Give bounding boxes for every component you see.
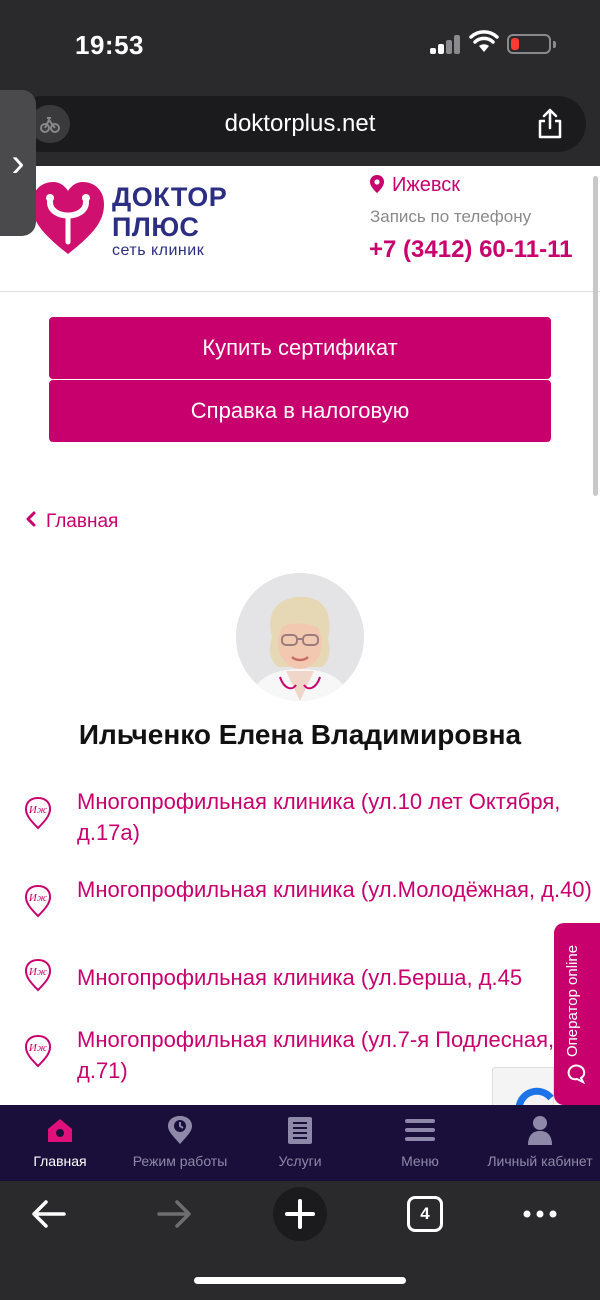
nav-home[interactable]: Главная [0,1105,120,1181]
brand-name-line1: ДОКТОР [112,182,228,212]
site-header: ДОКТОР ПЛЮС сеть клиник Ижевск Запись по… [0,166,600,292]
doctor-name: Ильченко Елена Владимировна [78,719,522,750]
nav-label: Услуги [278,1153,322,1169]
person-icon [528,1116,552,1145]
nav-services[interactable]: Услуги [240,1105,360,1181]
svg-text:Иж: Иж [28,892,48,904]
plus-icon [285,1199,315,1229]
home-icon [48,1119,72,1142]
cellular-signal-icon [430,34,462,54]
breadcrumb[interactable]: Главная [26,511,118,533]
breadcrumb-home-link[interactable]: Главная [46,511,118,532]
phone-link[interactable]: +7 (3412) 60-11-11 [369,236,573,264]
brand-tagline: сеть клиник [112,242,205,259]
chevron-left-icon [26,511,36,533]
nav-menu[interactable]: Меню [360,1105,480,1181]
status-bar: 19:53 [0,0,600,92]
url-text: doktorplus.net [224,110,376,137]
operator-online-button[interactable]: Оператор online [554,923,600,1105]
city-badge-pin-icon: Иж [24,1034,52,1068]
back-arrow-icon[interactable] [30,1197,68,1231]
new-tab-button[interactable] [273,1187,327,1241]
nav-label: Главная [33,1153,87,1169]
city-name: Ижевск [392,174,461,196]
list-icon [288,1117,312,1144]
nav-label: Меню [401,1153,439,1169]
home-indicator[interactable] [194,1277,406,1284]
chat-bubbles-icon [567,1064,586,1085]
nav-working-hours[interactable]: Режим работы [120,1105,240,1181]
doctor-plus-logo[interactable] [30,180,106,258]
share-icon[interactable] [536,108,564,140]
svg-text:Иж: Иж [28,1042,48,1054]
nav-label: Личный кабинет [487,1153,593,1169]
city-selector[interactable]: Ижевск [370,174,460,197]
forward-arrow-icon[interactable] [155,1197,193,1231]
operator-online-label: Оператор online [564,944,581,1057]
phone-label: Запись по телефону [370,207,532,226]
clinic-name[interactable]: Многопрофильная клиника (ул.Молодёжная, … [77,874,597,905]
clock-pin-icon [168,1116,192,1144]
buy-certificate-button[interactable]: Купить сертификат [49,317,551,379]
brand-name-line2: ПЛЮС [112,212,200,242]
status-time: 19:53 [75,30,144,60]
svg-text:Иж: Иж [28,966,48,978]
city-badge-pin-icon: Иж [24,796,52,830]
tabs-button[interactable]: 4 [407,1196,443,1232]
battery-icon [507,34,556,54]
more-options-icon[interactable] [522,1209,558,1219]
tax-certificate-button[interactable]: Справка в налоговую [49,380,551,442]
side-panel-toggle[interactable]: › [0,90,36,236]
doctor-avatar [236,573,364,701]
wifi-icon [469,30,499,52]
nav-account[interactable]: Личный кабинет [480,1105,600,1181]
city-badge-pin-icon: Иж [24,958,52,992]
recaptcha-badge[interactable] [492,1067,554,1105]
site-bottom-nav: Главная Режим работы Услуги Меню Личный … [0,1105,600,1181]
location-pin-icon [370,175,384,193]
address-bar[interactable]: doktorplus.net [14,96,586,152]
menu-icon [405,1119,435,1141]
nav-label: Режим работы [132,1153,228,1169]
city-badge-pin-icon: Иж [24,884,52,918]
web-page: ДОКТОР ПЛЮС сеть клиник Ижевск Запись по… [0,166,600,1105]
browser-toolbar: 4 [0,1181,600,1300]
page-scrollbar[interactable] [593,176,598,496]
svg-text:Иж: Иж [28,804,48,816]
clinic-name[interactable]: Многопрофильная клиника (ул.Берша, д.45 [77,962,597,993]
clinic-name[interactable]: Многопрофильная клиника (ул.10 лет Октяб… [77,786,597,848]
